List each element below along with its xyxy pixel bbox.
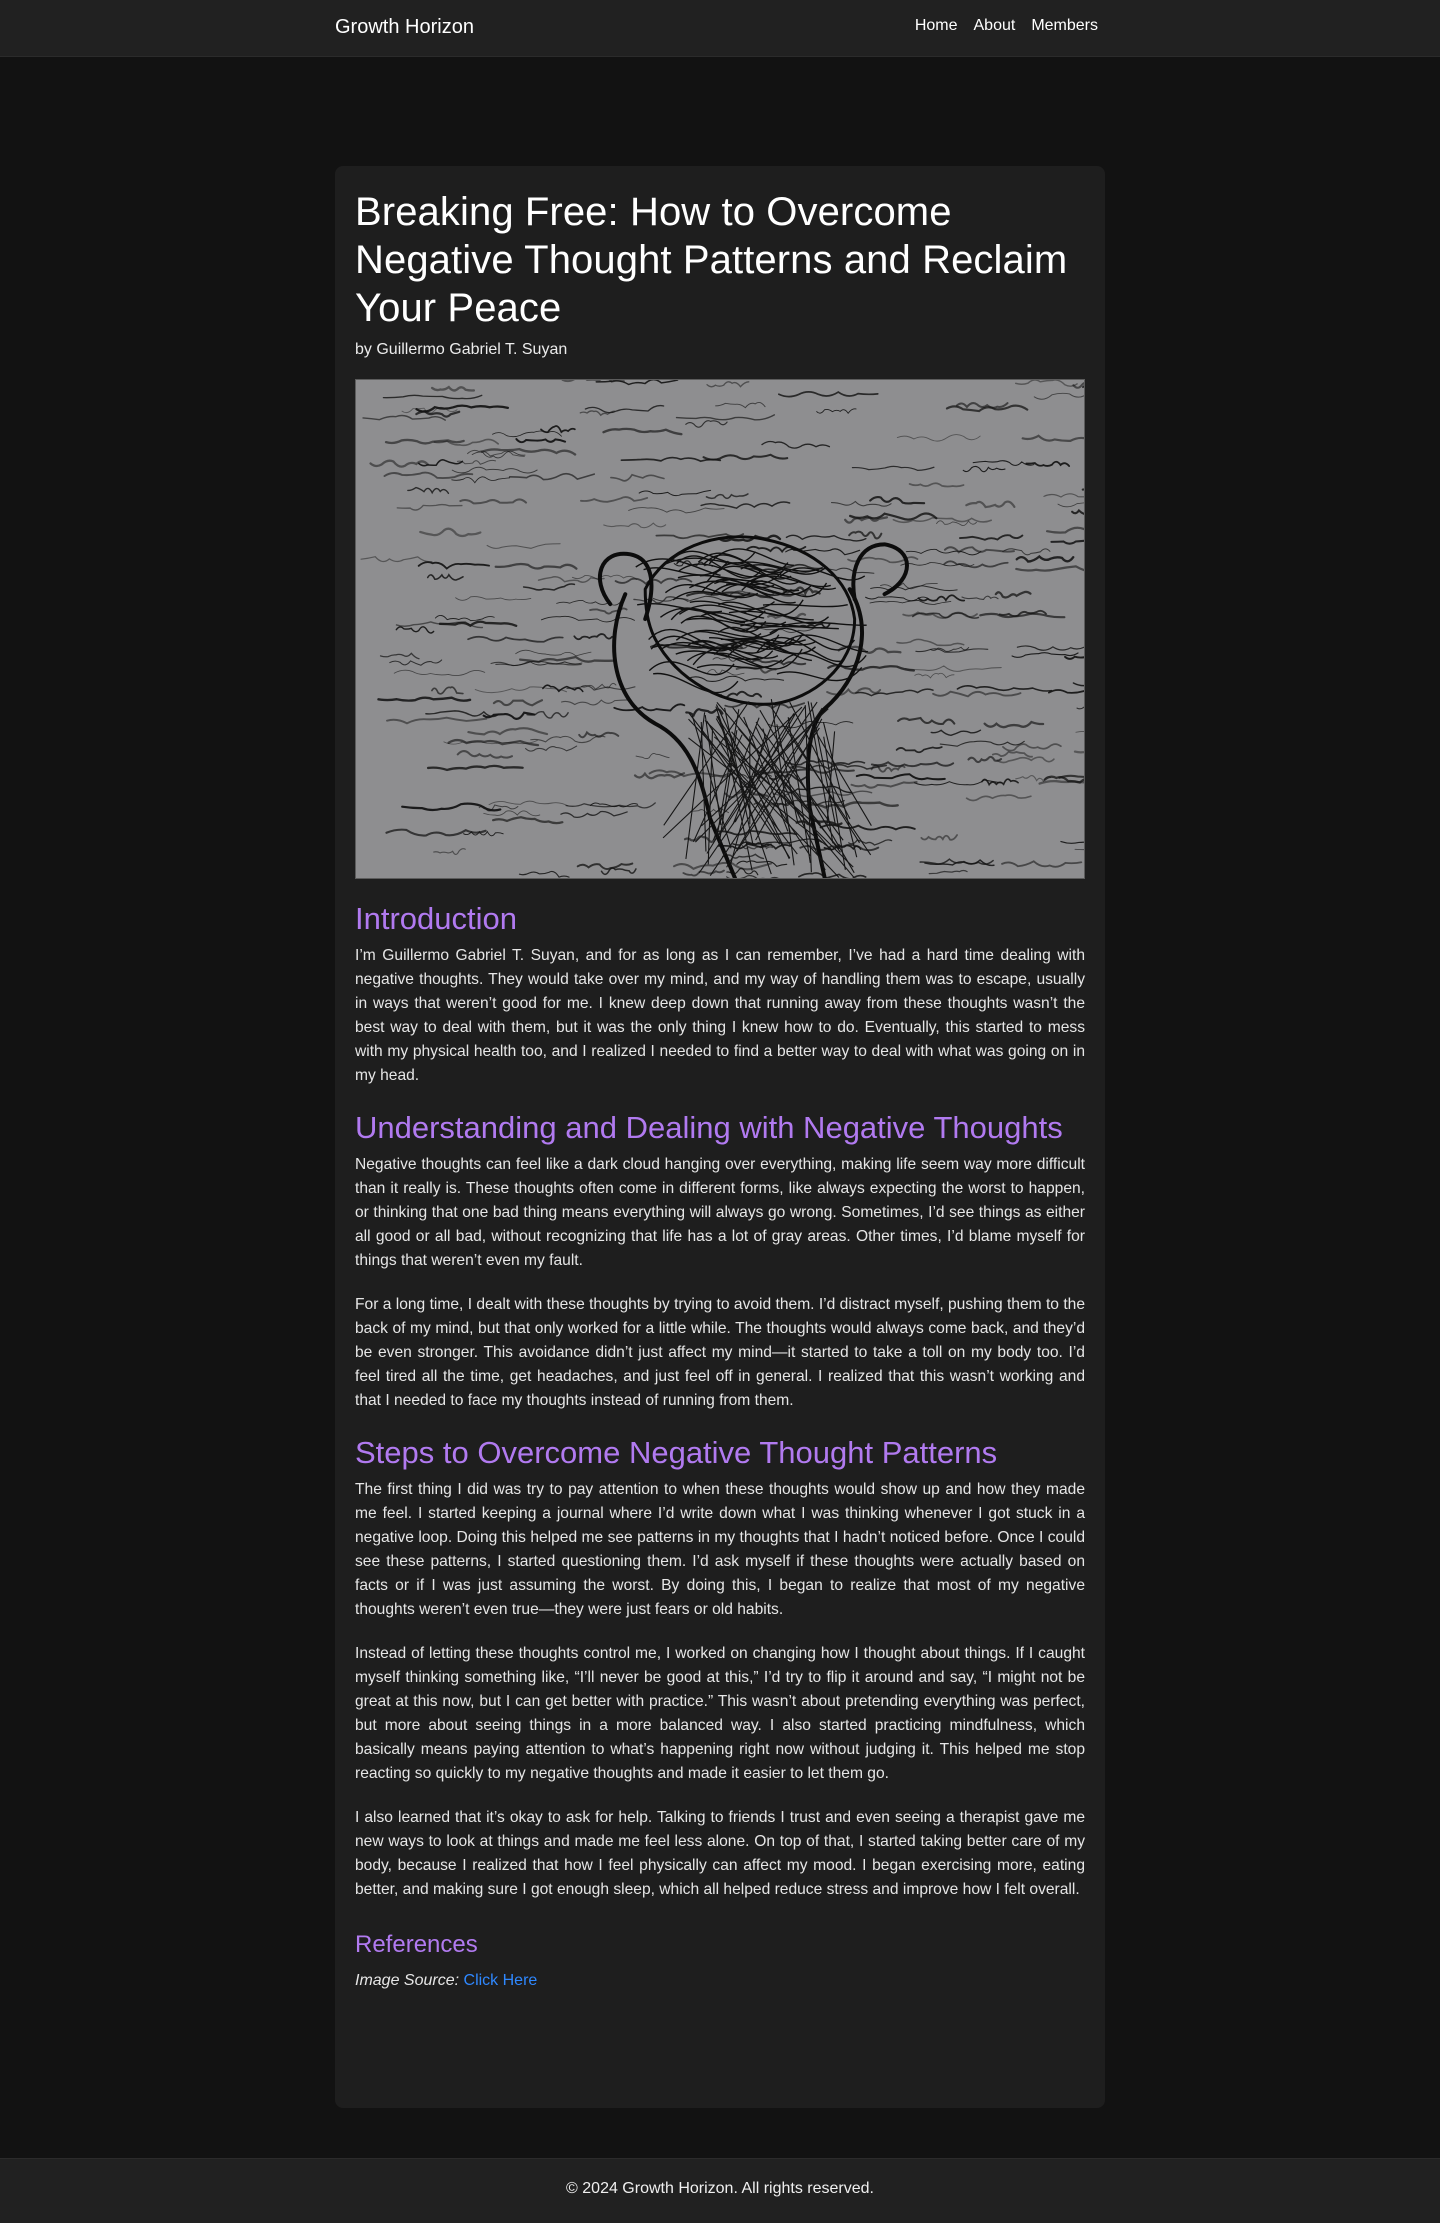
hero-image <box>355 379 1085 879</box>
section-introduction: Introduction I’m Guillermo Gabriel T. Su… <box>355 899 1085 1088</box>
image-source-link[interactable]: Click Here <box>464 1972 538 1989</box>
section-references: References Image Source: Click Here <box>355 1930 1085 1990</box>
paragraph: I’m Guillermo Gabriel T. Suyan, and for … <box>355 947 1085 1084</box>
top-navbar: Growth Horizon Home About Members <box>0 0 1440 57</box>
nav-link-home[interactable]: Home <box>915 17 958 35</box>
paragraph: I also learned that it’s okay to ask for… <box>355 1809 1085 1898</box>
nav-link-members[interactable]: Members <box>1031 17 1098 35</box>
section-understanding: Understanding and Dealing with Negative … <box>355 1108 1085 1413</box>
page-footer: © 2024 Growth Horizon. All rights reserv… <box>0 2158 1440 2223</box>
article-title: Breaking Free: How to Overcome Negative … <box>355 190 1068 330</box>
nav-links: Home About Members <box>915 17 1098 35</box>
paragraph: Instead of letting these thoughts contro… <box>355 1645 1085 1782</box>
brand-link[interactable]: Growth Horizon <box>335 16 474 39</box>
footer-copyright: © 2024 Growth Horizon. All rights reserv… <box>566 2180 874 2197</box>
nav-link-about[interactable]: About <box>974 17 1016 35</box>
section-steps: Steps to Overcome Negative Thought Patte… <box>355 1433 1085 1902</box>
section-heading-understanding: Understanding and Dealing with Negative … <box>355 1110 1063 1145</box>
article-byline: by Guillermo Gabriel T. Suyan <box>355 341 568 358</box>
paragraph: For a long time, I dealt with these thou… <box>355 1296 1085 1409</box>
image-source-label: Image Source: <box>355 1972 460 1989</box>
references-heading: References <box>355 1931 478 1958</box>
section-heading-steps: Steps to Overcome Negative Thought Patte… <box>355 1435 998 1470</box>
paragraph: Negative thoughts can feel like a dark c… <box>355 1156 1085 1269</box>
paragraph: The first thing I did was try to pay att… <box>355 1481 1085 1618</box>
section-heading-introduction: Introduction <box>355 901 517 936</box>
image-source-line: Image Source: Click Here <box>355 1972 1085 1990</box>
article-card: Breaking Free: How to Overcome Negative … <box>335 166 1105 2108</box>
